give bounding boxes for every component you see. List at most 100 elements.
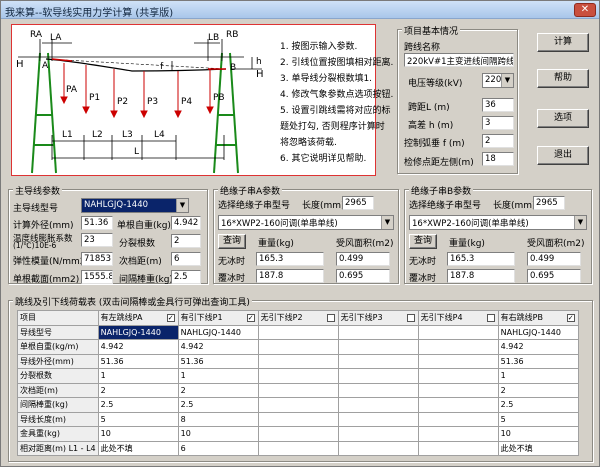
table-cell[interactable]: [417, 411, 499, 427]
insulator-a-weight-noice[interactable]: 165.3: [256, 252, 324, 266]
table-cell[interactable]: NAHLGJQ-1440: [497, 324, 579, 340]
table-header-cell[interactable]: 无引下线P3: [337, 310, 419, 326]
table-cell[interactable]: [337, 440, 419, 456]
table-cell[interactable]: 2.5: [177, 397, 259, 413]
table-header-cell[interactable]: 项目: [17, 310, 99, 326]
insulator-b-wind-noice[interactable]: 0.499: [527, 252, 581, 266]
height-field[interactable]: 3: [482, 116, 514, 130]
options-button[interactable]: 选项: [537, 109, 589, 128]
insulator-a-type-select[interactable]: 16*XWP2-160问调(单串单线) ▼: [218, 215, 394, 230]
table-cell[interactable]: [337, 353, 419, 369]
table-cell[interactable]: [417, 382, 499, 398]
table-cell[interactable]: [257, 368, 339, 384]
table-header-cell[interactable]: 有右跳线PB ✓: [497, 310, 579, 326]
help-button[interactable]: 帮助: [537, 69, 589, 88]
voltage-select[interactable]: 220 ▼: [482, 73, 514, 88]
table-header-cell[interactable]: 无引下线P2: [257, 310, 339, 326]
table-cell[interactable]: 此处不填: [497, 440, 579, 456]
table-cell[interactable]: [257, 397, 339, 413]
insulator-a-length-field[interactable]: 2965: [342, 196, 374, 210]
load-enable-checkbox[interactable]: ✓: [566, 314, 575, 322]
table-cell[interactable]: [257, 382, 339, 398]
table-cell[interactable]: [257, 353, 339, 369]
table-cell[interactable]: 4.942: [177, 339, 259, 355]
load-enable-checkbox[interactable]: [406, 314, 415, 322]
insulator-a-query-button[interactable]: 查询: [218, 234, 246, 249]
table-cell[interactable]: [337, 397, 419, 413]
table-cell[interactable]: 5: [97, 411, 179, 427]
table-cell[interactable]: 1: [97, 368, 179, 384]
load-enable-checkbox[interactable]: [486, 314, 495, 322]
modulus-field[interactable]: 71853: [81, 252, 113, 266]
calculate-button[interactable]: 计算: [537, 33, 589, 52]
insulator-b-weight-ice[interactable]: 187.8: [447, 269, 515, 283]
insulator-a-wind-noice[interactable]: 0.499: [336, 252, 390, 266]
insulator-b-query-button[interactable]: 查询: [409, 234, 437, 249]
jump-load-table[interactable]: 项目 有左跳线PA ✓ 有引下线P1 ✓ 无引下线P2 无引下线P3 无引下线P4 有右跳线PB…: [17, 310, 579, 456]
table-cell[interactable]: 4.942: [497, 339, 579, 355]
table-cell[interactable]: [417, 353, 499, 369]
insulator-a-weight-ice[interactable]: 187.8: [256, 269, 324, 283]
load-enable-checkbox[interactable]: ✓: [246, 314, 255, 322]
table-cell[interactable]: 2.5: [97, 397, 179, 413]
load-enable-checkbox[interactable]: ✓: [166, 314, 175, 322]
table-cell[interactable]: 2: [97, 382, 179, 398]
tcoef-field[interactable]: 23: [81, 233, 113, 247]
table-cell[interactable]: 8: [177, 411, 259, 427]
conductor-type-select[interactable]: NAHLGJQ-1440 ▼: [81, 198, 189, 213]
table-cell[interactable]: 1: [177, 368, 259, 384]
table-header-cell[interactable]: 无引下线P4: [417, 310, 499, 326]
table-cell[interactable]: 51.36: [497, 353, 579, 369]
spacer-field[interactable]: 2.5: [171, 270, 201, 284]
table-cell[interactable]: 2: [497, 382, 579, 398]
load-enable-checkbox[interactable]: [326, 314, 335, 322]
check-point-field[interactable]: 18: [482, 152, 514, 166]
table-cell[interactable]: 2.5: [497, 397, 579, 413]
table-cell[interactable]: 1: [497, 368, 579, 384]
table-cell[interactable]: [257, 440, 339, 456]
subspan-field[interactable]: 6: [171, 252, 201, 266]
table-cell[interactable]: 10: [97, 426, 179, 442]
table-cell[interactable]: 5: [497, 411, 579, 427]
table-cell[interactable]: [257, 411, 339, 427]
insulator-b-length-field[interactable]: 2965: [533, 196, 565, 210]
table-cell[interactable]: 此处不填: [97, 440, 179, 456]
table-cell[interactable]: 51.36: [177, 353, 259, 369]
table-cell[interactable]: 51.36: [97, 353, 179, 369]
table-cell[interactable]: [417, 426, 499, 442]
table-cell[interactable]: [337, 339, 419, 355]
table-cell[interactable]: [337, 382, 419, 398]
insulator-b-type-select[interactable]: 16*XWP2-160问调(单串单线) ▼: [409, 215, 587, 230]
table-header-cell[interactable]: 有引下线P1 ✓: [177, 310, 259, 326]
table-cell[interactable]: 2: [177, 382, 259, 398]
table-cell[interactable]: [257, 426, 339, 442]
table-cell[interactable]: NAHLGJQ-1440: [177, 324, 259, 340]
weight-field[interactable]: 4.942: [171, 216, 201, 230]
span-field[interactable]: 36: [482, 98, 514, 112]
table-cell[interactable]: [417, 368, 499, 384]
table-cell[interactable]: [337, 426, 419, 442]
line-name-field[interactable]: 220kV#1主变进线间隔跨线: [404, 53, 514, 67]
table-cell[interactable]: 6: [177, 440, 259, 456]
sag-field[interactable]: 2: [482, 134, 514, 148]
table-cell[interactable]: 10: [177, 426, 259, 442]
close-button[interactable]: ✕: [574, 3, 596, 17]
table-cell[interactable]: [257, 324, 339, 340]
title-bar[interactable]: 我来算--软导线实用力学计算 (共享版) ✕: [1, 1, 599, 19]
table-cell[interactable]: [417, 339, 499, 355]
table-cell[interactable]: 4.942: [97, 339, 179, 355]
table-cell[interactable]: [337, 324, 419, 340]
table-cell[interactable]: [337, 368, 419, 384]
insulator-b-wind-ice[interactable]: 0.695: [527, 269, 581, 283]
table-cell[interactable]: 10: [497, 426, 579, 442]
table-cell[interactable]: [417, 440, 499, 456]
insulator-a-wind-ice[interactable]: 0.695: [336, 269, 390, 283]
area-field[interactable]: 1555.8: [81, 270, 113, 284]
od-field[interactable]: 51.36: [81, 216, 113, 230]
table-cell[interactable]: NAHLGJQ-1440: [97, 324, 179, 340]
table-cell[interactable]: [337, 411, 419, 427]
exit-button[interactable]: 退出: [537, 146, 589, 165]
split-field[interactable]: 2: [171, 234, 201, 248]
table-cell[interactable]: [417, 324, 499, 340]
table-header-cell[interactable]: 有左跳线PA ✓: [97, 310, 179, 326]
